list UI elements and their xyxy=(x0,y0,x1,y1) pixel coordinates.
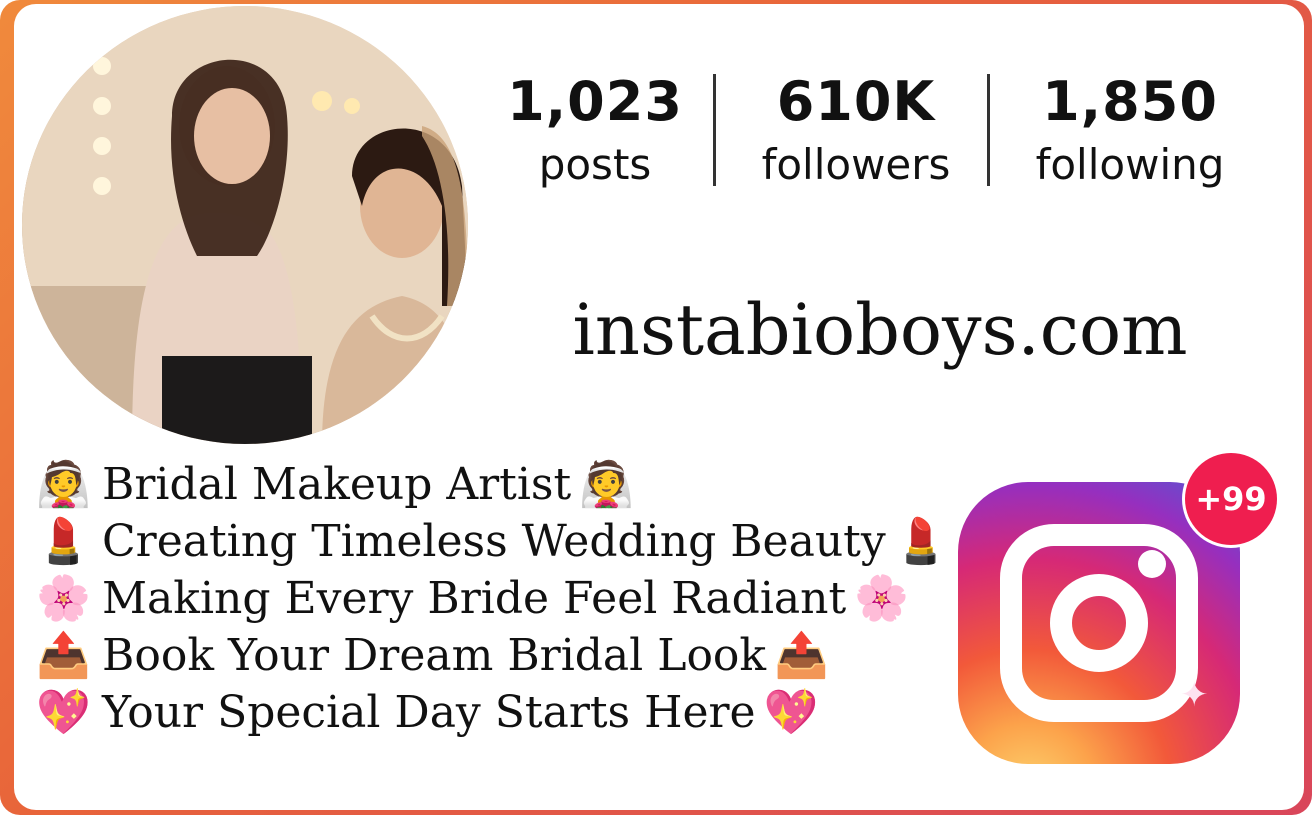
bio-line: 💖 Your Special Day Starts Here 💖 xyxy=(36,684,946,741)
avatar-illustration xyxy=(22,6,468,444)
outbox-tray-icon: 📤 xyxy=(774,630,829,681)
sparkle-icon: ✦ xyxy=(1180,676,1209,714)
instagram-flash-dot xyxy=(1138,550,1166,578)
outbox-tray-icon: 📤 xyxy=(36,630,91,681)
following-label: following xyxy=(1035,140,1225,189)
posts-count: 1,023 xyxy=(507,70,683,133)
bio-line: 🌸 Making Every Bride Feel Radiant 🌸 xyxy=(36,570,946,627)
bio-text: Your Special Day Starts Here xyxy=(102,687,756,738)
stat-followers[interactable]: 610K followers xyxy=(742,72,970,190)
notification-badge[interactable]: +99 xyxy=(1185,453,1277,545)
bio-text: Creating Timeless Wedding Beauty xyxy=(102,516,886,567)
bio-line: 💄 Creating Timeless Wedding Beauty 💄 xyxy=(36,513,949,570)
bio-line: 👰 Bridal Makeup Artist 👰 xyxy=(36,456,946,513)
cherry-blossom-icon: 🌸 xyxy=(36,573,91,624)
lipstick-icon: 💄 xyxy=(893,516,949,567)
bride-icon: 👰 xyxy=(36,459,91,510)
followers-count: 610K xyxy=(776,70,936,133)
instagram-lens xyxy=(1050,574,1148,672)
sparkling-heart-icon: 💖 xyxy=(763,687,819,738)
lipstick-icon: 💄 xyxy=(36,516,91,567)
stat-divider xyxy=(713,74,716,186)
website-link[interactable]: instabioboys.com xyxy=(560,288,1200,372)
bio-text: Book Your Dream Bridal Look xyxy=(102,630,767,681)
following-count: 1,850 xyxy=(1042,70,1218,133)
bio-text: Bridal Makeup Artist xyxy=(102,459,572,510)
bio-line: 📤 Book Your Dream Bridal Look 📤 xyxy=(36,627,946,684)
posts-label: posts xyxy=(538,140,652,189)
cherry-blossom-icon: 🌸 xyxy=(854,573,909,624)
sparkling-heart-icon: 💖 xyxy=(36,687,91,738)
stat-posts[interactable]: 1,023 posts xyxy=(505,72,685,190)
bio: 👰 Bridal Makeup Artist 👰 💄 Creating Timeles… xyxy=(36,456,949,741)
bride-icon: 👰 xyxy=(579,459,634,510)
followers-label: followers xyxy=(761,140,951,189)
bio-text: Making Every Bride Feel Radiant xyxy=(102,573,847,624)
profile-avatar[interactable] xyxy=(22,6,468,444)
stat-following[interactable]: 1,850 following xyxy=(1022,72,1238,190)
stat-divider xyxy=(987,74,990,186)
